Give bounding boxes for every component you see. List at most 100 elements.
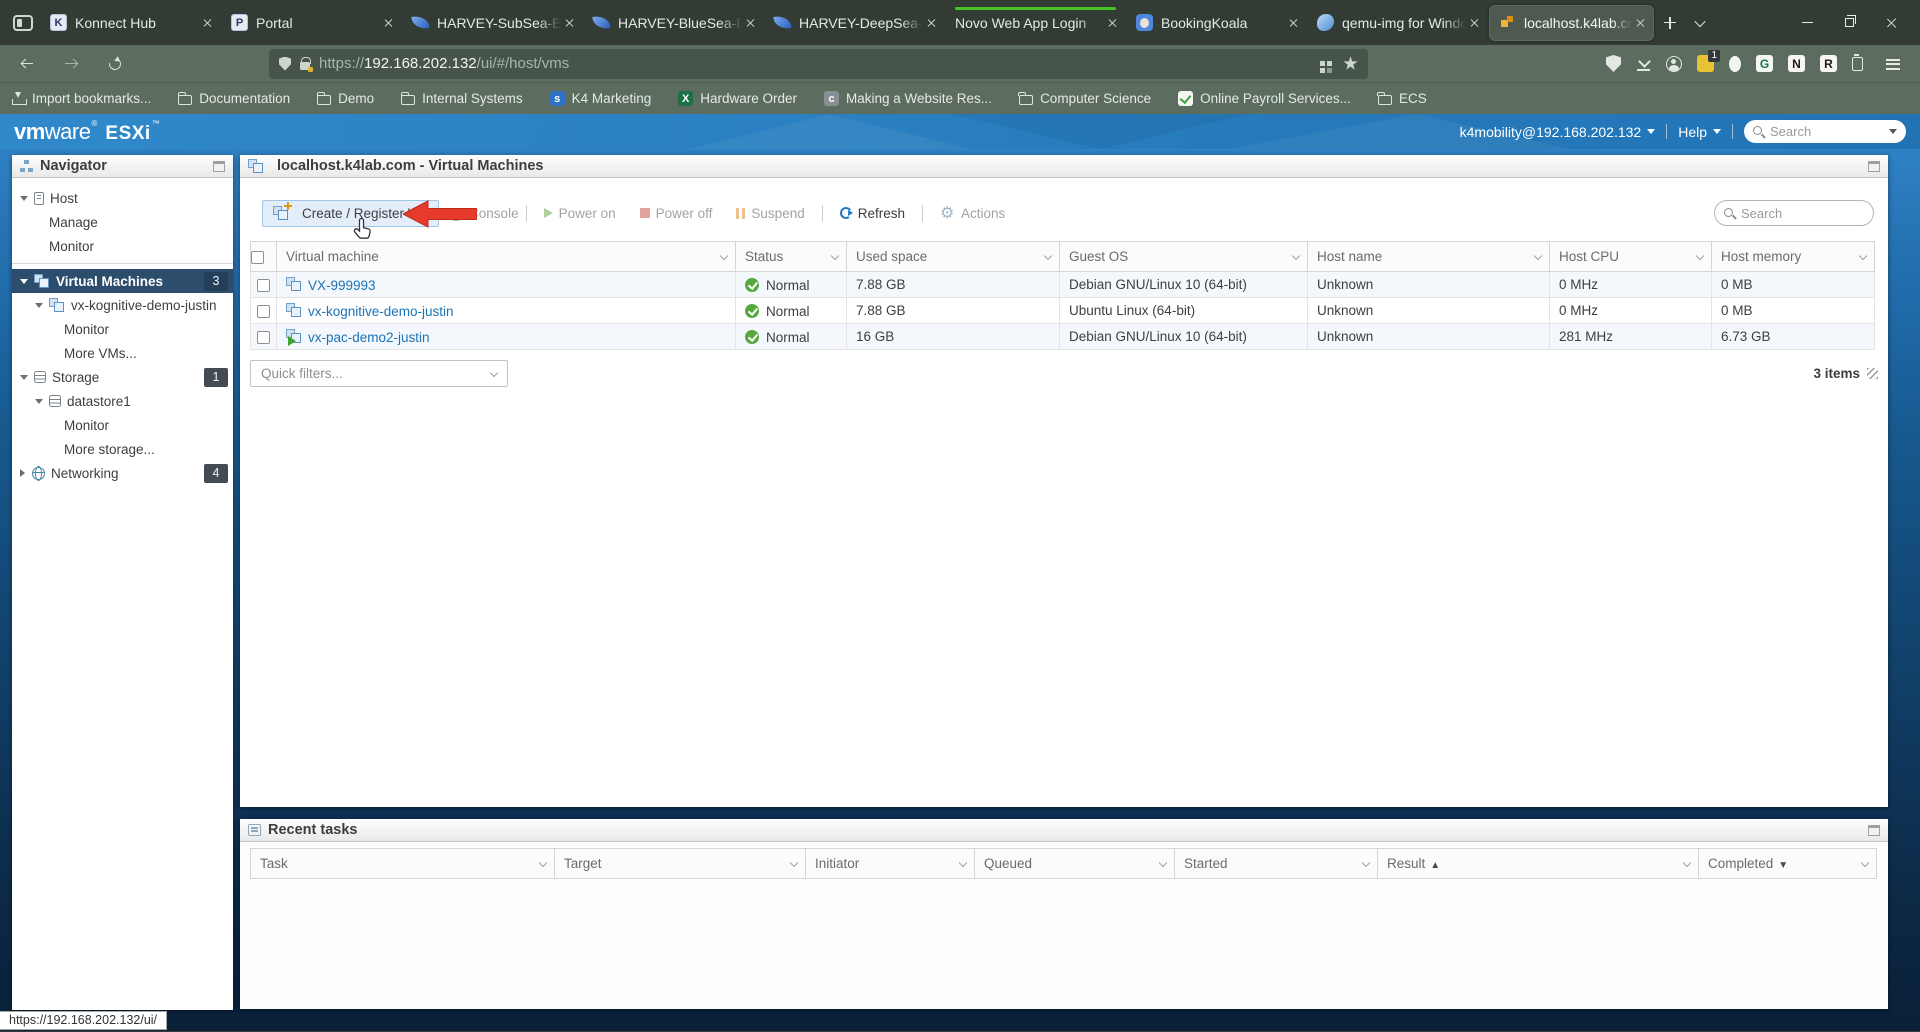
lock-warning-icon[interactable]: [300, 62, 310, 70]
column-menu-icon[interactable]: [831, 251, 839, 259]
nav-item-monitor[interactable]: Monitor: [12, 317, 233, 341]
restore-button[interactable]: [1828, 4, 1870, 42]
column-menu-icon[interactable]: [959, 858, 967, 866]
pin-panel-icon[interactable]: [213, 161, 225, 172]
back-button[interactable]: [12, 49, 42, 79]
honey-extension-icon[interactable]: [1852, 57, 1863, 71]
row-checkbox[interactable]: [257, 305, 270, 318]
chevron-down-icon[interactable]: [1889, 129, 1897, 134]
tab-localhost-k4lab-com-v[interactable]: localhost.k4lab.com - V: [1489, 5, 1654, 41]
column-header-guest-os[interactable]: Guest OS: [1060, 242, 1308, 272]
column-menu-icon[interactable]: [1159, 858, 1167, 866]
vm-table-search[interactable]: [1714, 200, 1874, 226]
vm-row-vx-pac-demo2-justin[interactable]: vx-pac-demo2-justinNormal16 GBDebian GNU…: [251, 324, 1875, 350]
nav-item-vx-kognitive-demo-justin[interactable]: vx-kognitive-demo-justin: [12, 293, 233, 317]
close-button[interactable]: [1870, 4, 1912, 42]
column-header-host-cpu[interactable]: Host CPU: [1550, 242, 1712, 272]
column-menu-icon[interactable]: [1044, 251, 1052, 259]
grammarly-icon[interactable]: G: [1756, 55, 1773, 72]
tab-close-button[interactable]: [565, 18, 575, 28]
tab-harvey-subsea-es147[interactable]: HARVEY-SubSea-ES147: [403, 5, 582, 41]
bookmark-import-bookmarks[interactable]: Import bookmarks...: [12, 91, 151, 106]
bookmark-online-payroll-services[interactable]: Online Payroll Services...: [1178, 91, 1351, 106]
tab-novo-web-app-login[interactable]: Novo Web App Login: [946, 5, 1125, 41]
nav-item-host[interactable]: Host: [12, 186, 233, 210]
column-header-host-name[interactable]: Host name: [1308, 242, 1550, 272]
extension-r-icon[interactable]: R: [1820, 55, 1837, 72]
column-menu-icon[interactable]: [539, 858, 547, 866]
bookmark-star-icon[interactable]: [1343, 56, 1358, 71]
tab-close-button[interactable]: [1636, 18, 1646, 28]
row-checkbox[interactable]: [257, 331, 270, 344]
column-menu-icon[interactable]: [1861, 858, 1869, 866]
url-text[interactable]: https://192.168.202.132/ui/#/host/vms: [319, 55, 1311, 72]
tracking-shield-icon[interactable]: [279, 57, 291, 71]
nav-item-manage[interactable]: Manage: [12, 210, 233, 234]
tab-close-button[interactable]: [1289, 18, 1299, 28]
tab-close-button[interactable]: [203, 18, 213, 28]
task-column-result[interactable]: Result▲: [1378, 849, 1699, 879]
task-column-target[interactable]: Target: [555, 849, 806, 879]
tab-close-button[interactable]: [1108, 18, 1118, 28]
collapse-panel-icon[interactable]: [1868, 825, 1880, 836]
bookmark-ecs[interactable]: ECS: [1378, 91, 1427, 106]
account-icon[interactable]: [1666, 56, 1682, 72]
app-menu-button[interactable]: [1878, 49, 1908, 79]
firefox-view-button[interactable]: [6, 6, 40, 40]
bookmark-computer-science[interactable]: Computer Science: [1019, 91, 1151, 106]
tab-qemu-img-for-window[interactable]: qemu-img for Window: [1308, 5, 1487, 41]
tree-caret-icon[interactable]: [20, 279, 28, 284]
tree-caret-icon[interactable]: [35, 399, 43, 404]
column-header-virtual-machine[interactable]: Virtual machine: [277, 242, 736, 272]
select-all-checkbox[interactable]: [251, 251, 264, 264]
tab-portal[interactable]: PPortal: [222, 5, 401, 41]
nav-item-more-storage[interactable]: More storage...: [12, 437, 233, 461]
tab-close-button[interactable]: [927, 18, 937, 28]
page-actions-icon[interactable]: [1320, 61, 1325, 66]
power-on-button[interactable]: Power on: [544, 206, 616, 221]
vm-name-link[interactable]: vx-pac-demo2-justin: [308, 329, 430, 344]
column-menu-icon[interactable]: [1362, 858, 1370, 866]
url-bar[interactable]: https://192.168.202.132/ui/#/host/vms: [269, 49, 1368, 79]
nav-item-storage[interactable]: Storage1: [12, 365, 233, 389]
column-menu-icon[interactable]: [1292, 251, 1300, 259]
nav-item-more-vms[interactable]: More VMs...: [12, 341, 233, 365]
tree-caret-icon[interactable]: [20, 469, 25, 477]
column-header-status[interactable]: Status: [736, 242, 847, 272]
tree-caret-icon[interactable]: [20, 375, 28, 380]
vm-row-vx-kognitive-demo-justin[interactable]: vx-kognitive-demo-justinNormal7.88 GBUbu…: [251, 298, 1875, 324]
forward-button[interactable]: [56, 49, 86, 79]
tree-caret-icon[interactable]: [35, 303, 43, 308]
notion-icon[interactable]: N: [1788, 55, 1805, 72]
help-menu[interactable]: Help: [1678, 124, 1721, 140]
column-menu-icon[interactable]: [1859, 251, 1867, 259]
column-menu-icon[interactable]: [1683, 858, 1691, 866]
tracking-protection-icon[interactable]: [1606, 55, 1621, 72]
task-column-task[interactable]: Task: [251, 849, 555, 879]
nav-item-monitor[interactable]: Monitor: [12, 413, 233, 437]
tab-harvey-deepsea-es12[interactable]: HARVEY-DeepSea-ES12: [765, 5, 944, 41]
vm-name-link[interactable]: vx-kognitive-demo-justin: [308, 303, 454, 318]
bookmark-making-a-website-res[interactable]: cMaking a Website Res...: [824, 91, 992, 106]
column-menu-icon[interactable]: [1534, 251, 1542, 259]
vm-name-link[interactable]: VX-999993: [308, 277, 376, 292]
nav-item-virtual-machines[interactable]: Virtual Machines3: [12, 269, 233, 293]
bookmark-k4-marketing[interactable]: sK4 Marketing: [550, 91, 652, 106]
bookmark-internal-systems[interactable]: Internal Systems: [401, 91, 523, 106]
nav-item-networking[interactable]: Networking4: [12, 461, 233, 485]
nav-item-monitor[interactable]: Monitor: [12, 234, 233, 258]
tab-bookingkoala[interactable]: BookingKoala: [1127, 5, 1306, 41]
tab-close-button[interactable]: [746, 18, 756, 28]
notes-extension-icon[interactable]: 1: [1697, 55, 1714, 72]
power-off-button[interactable]: Power off: [640, 206, 713, 221]
actions-button[interactable]: Actions: [940, 206, 1005, 221]
vm-table-search-input[interactable]: [1741, 206, 1864, 221]
column-menu-icon[interactable]: [790, 858, 798, 866]
tab-close-button[interactable]: [384, 18, 394, 28]
quick-filters-dropdown[interactable]: Quick filters...: [250, 360, 508, 387]
suspend-button[interactable]: Suspend: [736, 206, 804, 221]
collapse-panel-icon[interactable]: [1868, 161, 1880, 172]
task-column-started[interactable]: Started: [1175, 849, 1378, 879]
tab-close-button[interactable]: [1470, 18, 1480, 28]
column-header-used-space[interactable]: Used space: [847, 242, 1060, 272]
